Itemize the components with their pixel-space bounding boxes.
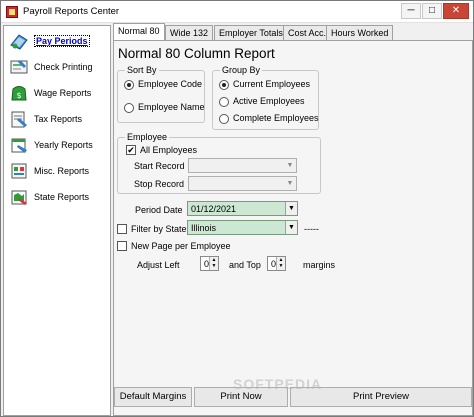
svg-text:$: $ xyxy=(16,91,21,100)
chevron-down-icon: ▼ xyxy=(286,180,294,187)
period-date-select[interactable]: 01/12/2021 ▼ xyxy=(187,201,298,216)
report-title: Normal 80 Column Report xyxy=(118,46,275,61)
sidebar-item-state-reports[interactable]: State Reports xyxy=(4,185,110,209)
chevron-down-icon: ▼ xyxy=(286,162,294,169)
chevron-down-icon: ▼ xyxy=(285,221,297,234)
minimize-button[interactable]: ─ xyxy=(401,3,421,19)
state-reports-icon xyxy=(11,190,27,205)
all-employees-checkbox[interactable]: ✔ xyxy=(126,145,136,155)
sort-by-legend: Sort By xyxy=(125,65,159,75)
all-employees-label: All Employees xyxy=(140,145,198,155)
state-select[interactable]: Illinois ▼ xyxy=(187,220,298,235)
new-page-per-employee-label: New Page per Employee xyxy=(131,241,231,251)
adjust-top-stepper[interactable]: 0 ▲ ▼ xyxy=(267,256,286,271)
title-bar: Payroll Reports Center ─ □ ✕ xyxy=(1,1,473,23)
sidebar-item-pay-periods[interactable]: Pay Periods xyxy=(4,29,110,53)
sidebar-item-check-printing[interactable]: Check Printing xyxy=(4,55,110,79)
employee-legend: Employee xyxy=(125,132,170,142)
and-top-label: and Top xyxy=(229,260,261,270)
tab-wide-132[interactable]: Wide 132 xyxy=(165,25,214,41)
spin-down-icon[interactable]: ▼ xyxy=(209,263,218,270)
yearly-reports-icon xyxy=(11,138,27,153)
filter-by-state-label: Filter by State xyxy=(131,224,187,234)
payroll-reports-window: Payroll Reports Center ─ □ ✕ Pay Periods… xyxy=(0,0,474,417)
report-panel: Normal 80 Column Report Sort By Employee… xyxy=(113,40,473,416)
filter-by-state-checkbox[interactable] xyxy=(117,224,127,234)
radio-label: Employee Code xyxy=(138,79,203,89)
sidebar-item-label: Pay Periods xyxy=(34,35,90,47)
sidebar-item-yearly-reports[interactable]: Yearly Reports xyxy=(4,133,110,157)
tab-cost-acc[interactable]: Cost Acc. xyxy=(283,25,332,41)
period-date-label: Period Date xyxy=(135,205,183,215)
chevron-down-icon: ▼ xyxy=(285,202,297,215)
start-record-label: Start Record xyxy=(134,161,185,171)
radio-label: Active Employees xyxy=(233,96,305,106)
watermark-text: SOFTPEDIA xyxy=(233,376,323,392)
tab-employer-totals[interactable]: Employer Totals xyxy=(214,25,288,41)
spin-down-icon[interactable]: ▼ xyxy=(276,263,285,270)
margins-label: margins xyxy=(303,260,336,270)
stop-record-select[interactable]: ▼ xyxy=(188,176,297,191)
radio-button[interactable] xyxy=(219,114,229,124)
window-title: Payroll Reports Center xyxy=(23,6,120,17)
sidebar: Pay Periods Check Printing $ Wage Report… xyxy=(3,25,111,416)
radio-label: Complete Employees xyxy=(233,113,319,123)
group-by-legend: Group By xyxy=(220,65,263,75)
app-icon xyxy=(6,6,18,18)
stop-record-label: Stop Record xyxy=(134,179,185,189)
start-record-select[interactable]: ▼ xyxy=(188,158,297,173)
employee-group: Employee ✔ All Employees Start Record ▼ … xyxy=(117,132,321,194)
tab-hours-worked[interactable]: Hours Worked xyxy=(326,25,394,41)
sidebar-item-tax-reports[interactable]: Tax Reports xyxy=(4,107,110,131)
sidebar-item-wage-reports[interactable]: $ Wage Reports xyxy=(4,81,110,105)
new-page-per-employee-checkbox[interactable] xyxy=(117,241,127,251)
sort-by-group: Sort By Employee Code Employee Name xyxy=(117,65,205,123)
sidebar-item-label: Tax Reports xyxy=(34,114,83,124)
sidebar-item-label: Check Printing xyxy=(34,62,93,72)
radio-button[interactable] xyxy=(124,103,134,113)
tax-reports-icon xyxy=(11,111,27,128)
radio-button[interactable] xyxy=(219,97,229,107)
radio-button[interactable] xyxy=(219,80,229,90)
maximize-button[interactable]: □ xyxy=(422,3,442,19)
sidebar-item-label: Misc. Reports xyxy=(34,166,90,176)
state-code-placeholder: ----- xyxy=(304,224,319,234)
radio-button[interactable] xyxy=(124,80,134,90)
misc-reports-icon xyxy=(11,163,27,179)
default-margins-button[interactable]: Default Margins xyxy=(114,387,192,407)
radio-label: Employee Name xyxy=(138,102,205,112)
adjust-left-stepper[interactable]: 0 ▲ ▼ xyxy=(200,256,219,271)
radio-label: Current Employees xyxy=(233,79,311,89)
wage-reports-icon: $ xyxy=(11,86,27,101)
group-by-group: Group By Current Employees Active Employ… xyxy=(212,65,319,130)
sidebar-item-label: Yearly Reports xyxy=(34,140,93,150)
sidebar-item-misc-reports[interactable]: Misc. Reports xyxy=(4,159,110,183)
period-date-value: 01/12/2021 xyxy=(191,204,237,214)
state-value: Illinois xyxy=(191,223,217,233)
adjust-left-label: Adjust Left xyxy=(137,260,180,270)
sidebar-item-label: State Reports xyxy=(34,192,90,202)
check-printing-icon xyxy=(10,60,28,74)
report-tabs: Normal 80 Wide 132 Employer Totals Cost … xyxy=(113,23,473,42)
sidebar-item-label: Wage Reports xyxy=(34,88,92,98)
close-button[interactable]: ✕ xyxy=(443,3,469,19)
pay-periods-icon xyxy=(10,34,28,50)
